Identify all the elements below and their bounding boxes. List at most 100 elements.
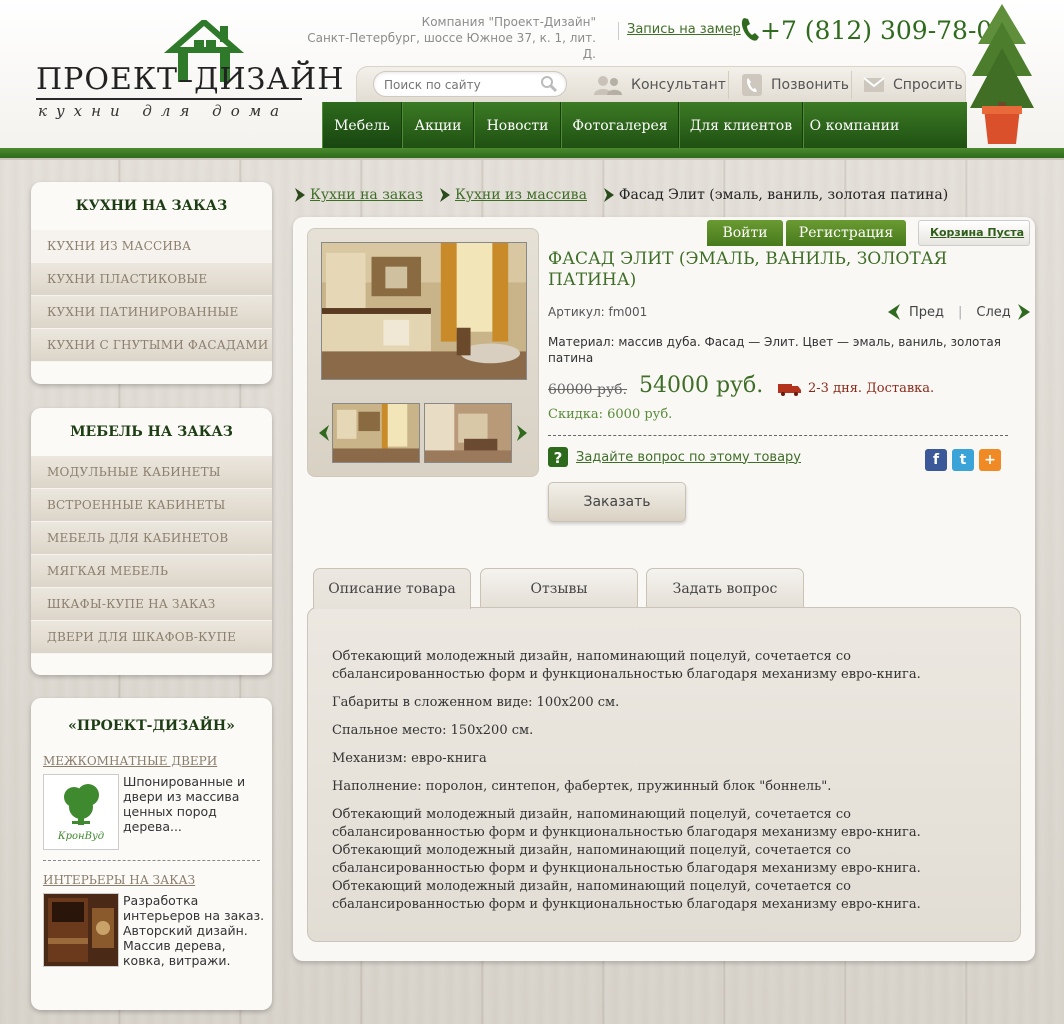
breadcrumb: Кухни на заказ Кухни из массива Фасад Эл… (294, 185, 964, 205)
register-button[interactable]: Регистрация (786, 220, 906, 246)
phone-icon (741, 18, 759, 41)
breadcrumb-current: Фасад Элит (эмаль, ваниль, золотая патин… (618, 187, 949, 203)
toolbar-divider (728, 71, 729, 99)
tab-ask-question[interactable]: Задать вопрос (646, 568, 804, 608)
toolbar-divider (851, 71, 852, 99)
consultant-label: Консультант (631, 77, 726, 93)
cart-link[interactable]: Корзина Пуста (918, 220, 1030, 246)
kronwood-logo[interactable]: КронВуд (43, 774, 119, 850)
arrow-left-icon[interactable] (318, 425, 330, 441)
nav-item-gallery[interactable]: Фотогалерея (561, 102, 679, 150)
ask-label: Спросить (893, 77, 963, 93)
arrow-left-icon[interactable] (887, 304, 901, 320)
nav-item-promotions[interactable]: Акции (402, 102, 474, 150)
social-share: f t + (925, 449, 1006, 471)
measure-signup-link[interactable]: Запись на замер (618, 22, 741, 40)
consultant-icon (594, 76, 622, 95)
description-paragraph: Габариты в сложенном виде: 100х200 см. (332, 695, 620, 710)
main-nav: Мебель Акции Новости Фотогалерея Для кли… (322, 102, 967, 150)
promo-divider (43, 860, 260, 861)
sidebar-kitchens-title: КУХНИ НА ЗАКАЗ (75, 198, 228, 214)
tab-reviews[interactable]: Отзывы (480, 568, 638, 608)
facebook-icon[interactable]: f (925, 449, 947, 471)
discount: Скидка: 6000 руб. (548, 407, 673, 422)
sidebar-furniture-title: МЕБЕЛЬ НА ЗАКАЗ (70, 424, 233, 440)
description-paragraph: Механизм: евро-книга (332, 751, 487, 766)
logo-tagline: кухни для дома (38, 102, 289, 120)
sidebar-item-patina-kitchens[interactable]: КУХНИ ПАТИНИРОВАННЫЕ (31, 296, 272, 329)
current-price: 54000 руб. (639, 373, 764, 398)
sidebar-item-modular-cabinets[interactable]: МОДУЛЬНЫЕ КАБИНЕТЫ (31, 456, 272, 489)
nav-item-news[interactable]: Новости (474, 102, 561, 150)
sidebar-item-wardrobes[interactable]: ШКАФЫ-КУПЕ НА ЗАКАЗ (31, 588, 272, 621)
mail-icon (863, 77, 885, 92)
ask-question-link[interactable]: Задайте вопрос по этому товару (576, 450, 801, 465)
product-divider (548, 435, 1008, 436)
search-box[interactable] (373, 71, 567, 97)
description-paragraph: Спальное место: 150х200 см. (332, 723, 534, 738)
product-gallery (307, 228, 539, 477)
delivery-text: 2-3 дня. Доставка. (808, 381, 935, 396)
doors-link[interactable]: МЕЖКОМНАТНЫЕ ДВЕРИ (43, 754, 272, 768)
header-toolbar: Консультант Позвонить Спросить (356, 66, 966, 102)
sidebar-furniture: МЕБЕЛЬ НА ЗАКАЗ МОДУЛЬНЫЕ КАБИНЕТЫ ВСТРО… (31, 408, 272, 675)
sidebar-item-wardrobe-doors[interactable]: ДВЕРИ ДЛЯ ШКАФОВ-КУПЕ (31, 621, 272, 654)
consultant-button[interactable]: Консультант (593, 67, 726, 103)
description-panel: Обтекающий молодежный дизайн, напоминающ… (307, 607, 1021, 942)
interiors-thumbnail[interactable] (43, 893, 119, 967)
breadcrumb-link-kitchens[interactable]: Кухни на заказ (310, 187, 423, 203)
call-button[interactable]: Позвонить (741, 67, 849, 103)
product-material: Материал: массив дуба. Фасад — Элит. Цве… (548, 335, 1001, 365)
breadcrumb-item: Кухни из массива (439, 187, 587, 203)
tree-icon (970, 4, 1034, 144)
company-info: Компания "Проект-Дизайн" Санкт-Петербург… (300, 14, 596, 62)
login-button[interactable]: Войти (707, 220, 783, 246)
product-pager: Пред | След (887, 304, 1031, 320)
arrow-right-icon[interactable] (1017, 304, 1031, 320)
sidebar-item-plastic-kitchens[interactable]: КУХНИ ПЛАСТИКОВЫЕ (31, 263, 272, 296)
prev-link[interactable]: Пред (909, 305, 944, 320)
search-input[interactable] (384, 76, 534, 94)
chevron-right-icon (439, 188, 450, 202)
nav-item-clients[interactable]: Для клиентов (679, 102, 803, 150)
product-main-photo[interactable] (321, 242, 527, 380)
truck-icon (778, 383, 801, 396)
kronwood-tree-icon: КронВуд (57, 784, 104, 842)
question-icon: ? (548, 447, 568, 467)
interiors-link[interactable]: ИНТЕРЬЕРЫ НА ЗАКАЗ (43, 873, 272, 887)
nav-item-furniture[interactable]: Мебель (322, 102, 402, 150)
arrow-right-icon[interactable] (516, 425, 528, 441)
sidebar-item-curved-kitchens[interactable]: КУХНИ С ГНУТЫМИ ФАСАДАМИ (31, 329, 272, 362)
nav-item-about[interactable]: О компании (803, 102, 905, 150)
twitter-icon[interactable]: t (952, 449, 974, 471)
call-label: Позвонить (771, 77, 850, 93)
logo-text: ПРОЕКТ–ДИЗАЙН (36, 62, 345, 97)
plus-icon[interactable]: + (979, 449, 1001, 471)
next-link[interactable]: След (976, 305, 1010, 320)
sidebar-item-soft-furniture[interactable]: МЯГКАЯ МЕБЕЛЬ (31, 555, 272, 588)
pager-separator: | (958, 304, 963, 320)
ask-button[interactable]: Спросить (863, 67, 963, 103)
order-button[interactable]: Заказать (548, 482, 686, 522)
description-paragraph: Наполнение: поролон, синтепон, фабертек,… (332, 779, 832, 794)
delivery-info: 2-3 дня. Доставка. (778, 381, 934, 396)
search-icon[interactable] (540, 75, 558, 93)
product-thumbnail[interactable] (424, 403, 512, 463)
sidebar-item-office-furniture[interactable]: МЕБЕЛЬ ДЛЯ КАБИНЕТОВ (31, 522, 272, 555)
sidebar-item-solid-kitchens[interactable]: КУХНИ ИЗ МАССИВА (31, 230, 272, 263)
tab-description[interactable]: Описание товара (313, 568, 471, 609)
description-paragraph: Обтекающий молодежный дизайн, напоминающ… (332, 649, 921, 682)
old-price: 60000 руб. (548, 382, 628, 398)
sidebar-item-built-in-cabinets[interactable]: ВСТРОЕННЫЕ КАБИНЕТЫ (31, 489, 272, 522)
product-sku: Артикул: fm001 (548, 305, 648, 319)
sidebar-promo-title: «ПРОЕКТ-ДИЗАЙН» (68, 718, 235, 734)
product-title: ФАСАД ЭЛИТ (ЭМАЛЬ, ВАНИЛЬ, ЗОЛОТАЯ ПАТИН… (548, 249, 948, 290)
product-thumbnail[interactable] (332, 403, 420, 463)
breadcrumb-item: Фасад Элит (эмаль, ваниль, золотая патин… (603, 187, 948, 203)
breadcrumb-item: Кухни на заказ (294, 187, 423, 203)
ask-question: ? Задайте вопрос по этому товару (548, 447, 801, 467)
sidebar-kitchens: КУХНИ НА ЗАКАЗ КУХНИ ИЗ МАССИВА КУХНИ ПЛ… (31, 182, 272, 384)
breadcrumb-link-solid-kitchens[interactable]: Кухни из массива (455, 187, 587, 203)
logo[interactable]: ПРОЕКТ–ДИЗАЙН кухни для дома (36, 20, 343, 130)
company-address: Санкт-Петербург, шоссе Южное 37, к. 1, л… (307, 31, 596, 61)
